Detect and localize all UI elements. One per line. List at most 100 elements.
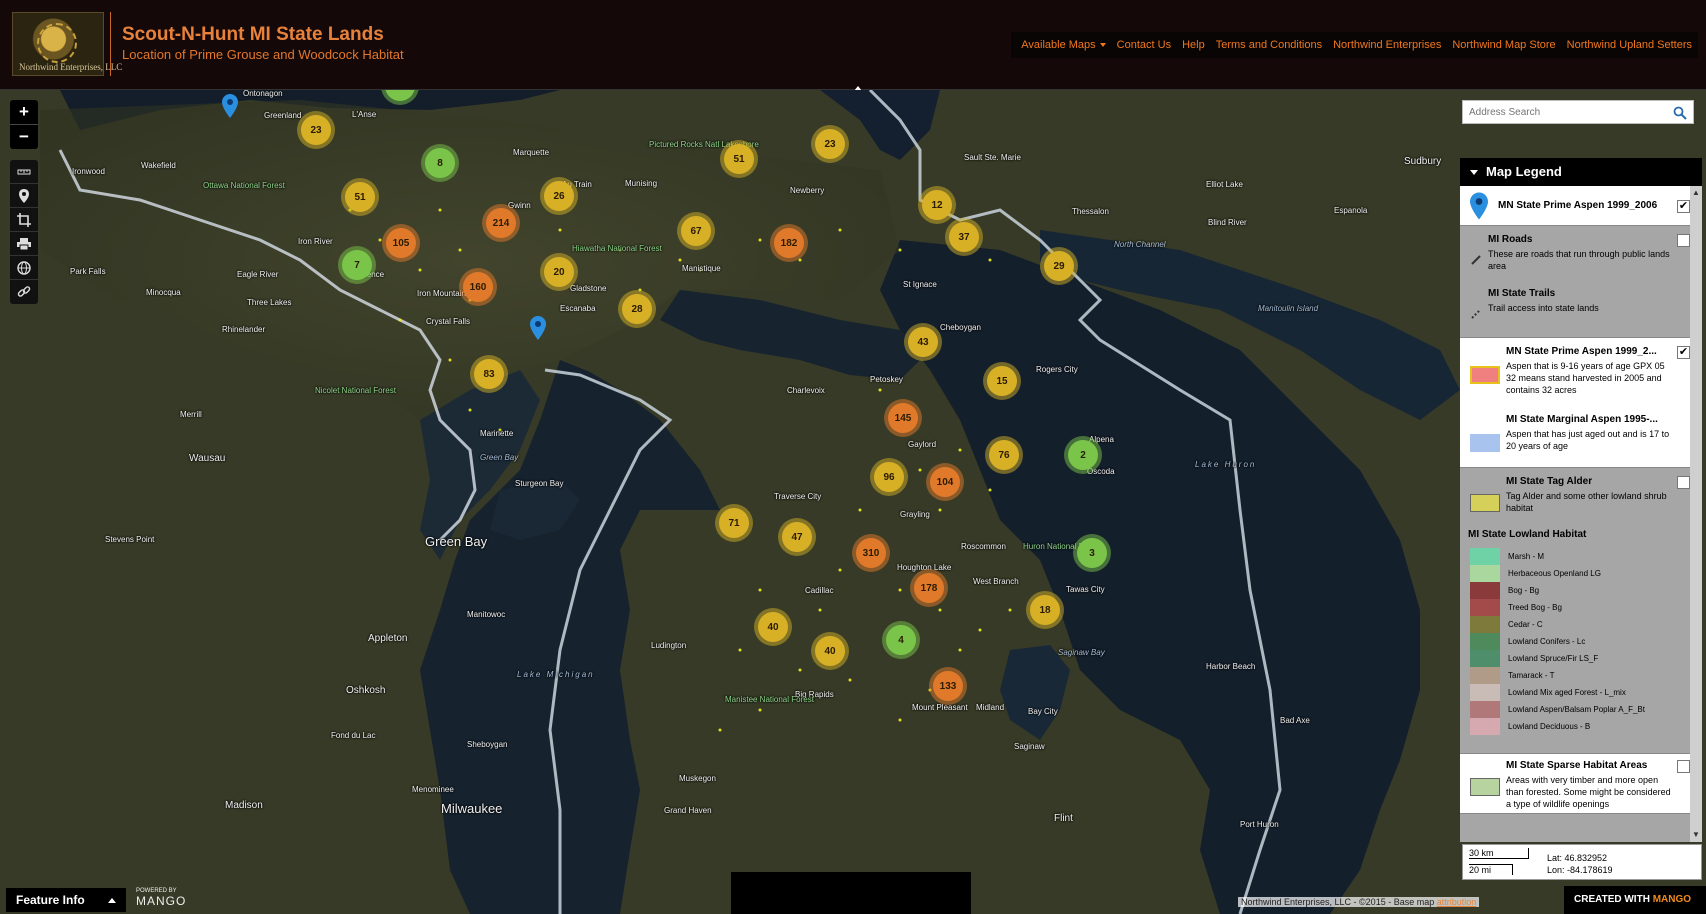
chevron-up-icon[interactable]: ▲ bbox=[1690, 186, 1702, 200]
cluster-marker[interactable]: 105 bbox=[386, 228, 416, 258]
layer-checkbox[interactable]: ✔ bbox=[1677, 346, 1690, 359]
cluster-marker[interactable]: 310 bbox=[856, 538, 886, 568]
place-label: Sault Ste. Marie bbox=[964, 153, 1021, 162]
nav-northwind-enterprises[interactable]: Northwind Enterprises bbox=[1333, 39, 1441, 51]
place-label: Wausau bbox=[189, 453, 226, 464]
nav-available-maps[interactable]: Available Maps bbox=[1021, 39, 1106, 51]
place-label: Gwinn bbox=[508, 201, 531, 210]
cluster-marker[interactable]: 15 bbox=[987, 366, 1017, 396]
legend-header[interactable]: Map Legend bbox=[1460, 158, 1702, 186]
nav-upland-setters[interactable]: Northwind Upland Setters bbox=[1567, 39, 1692, 51]
basemap-button[interactable] bbox=[10, 256, 38, 280]
share-link-button[interactable] bbox=[10, 280, 38, 304]
place-label: Grand Haven bbox=[664, 806, 712, 815]
legend-layer-title: MI State Sparse Habitat Areas bbox=[1506, 760, 1648, 771]
cluster-marker[interactable]: 40 bbox=[758, 612, 788, 642]
search-icon[interactable] bbox=[1673, 106, 1687, 120]
cluster-marker[interactable]: 160 bbox=[463, 272, 493, 302]
nav-help[interactable]: Help bbox=[1182, 39, 1205, 51]
place-label: Harbor Beach bbox=[1206, 662, 1256, 671]
place-label: Mount Pleasant bbox=[912, 703, 968, 712]
place-label: Muskegon bbox=[679, 774, 716, 783]
cluster-marker[interactable]: 26 bbox=[544, 181, 574, 211]
legend-item: Marsh - M bbox=[1460, 548, 1690, 565]
location-pin-icon[interactable] bbox=[222, 94, 238, 118]
cluster-marker[interactable]: 20 bbox=[544, 257, 574, 287]
cluster-marker[interactable]: 133 bbox=[933, 671, 963, 701]
map-attribution: Northwind Enterprises, LLC - ©2015 - Bas… bbox=[1238, 897, 1480, 907]
legend-layer-prime-aspen-pins: MN State Prime Aspen 1999_2006 ✔ bbox=[1460, 186, 1702, 226]
measure-button[interactable] bbox=[10, 160, 38, 184]
cluster-marker[interactable]: 23 bbox=[301, 115, 331, 145]
company-logo[interactable]: Northwind Enterprises, LLC bbox=[12, 12, 122, 76]
place-label: Flint bbox=[1054, 813, 1073, 824]
cluster-marker[interactable]: 12 bbox=[922, 190, 952, 220]
cluster-marker[interactable]: 96 bbox=[874, 462, 904, 492]
cluster-marker[interactable]: 3 bbox=[1077, 538, 1107, 568]
legend-layer-aspen: MN State Prime Aspen 1999_2... ✔ Aspen t… bbox=[1460, 338, 1702, 468]
zoom-in-button[interactable]: + bbox=[10, 100, 38, 124]
cluster-marker[interactable]: 76 bbox=[989, 440, 1019, 470]
legend-layer-title: MI State Marginal Aspen 1995-... bbox=[1506, 414, 1658, 425]
cluster-marker[interactable]: 18 bbox=[1030, 595, 1060, 625]
cluster-marker[interactable]: 4 bbox=[886, 625, 916, 655]
cluster-marker[interactable]: 145 bbox=[888, 403, 918, 433]
cluster-marker[interactable]: 29 bbox=[1044, 251, 1074, 281]
tag-alder-swatch bbox=[1470, 494, 1500, 512]
nav-terms[interactable]: Terms and Conditions bbox=[1216, 39, 1322, 51]
cluster-marker[interactable]: 37 bbox=[949, 222, 979, 252]
nav-contact-us[interactable]: Contact Us bbox=[1117, 39, 1171, 51]
nav-map-store[interactable]: Northwind Map Store bbox=[1452, 39, 1555, 51]
legend-scrollbar[interactable]: ▲ ▼ bbox=[1690, 186, 1702, 842]
cluster-marker[interactable]: 40 bbox=[815, 636, 845, 666]
cluster-marker[interactable]: 23 bbox=[815, 129, 845, 159]
address-search-input[interactable] bbox=[1463, 101, 1663, 123]
locate-button[interactable] bbox=[10, 184, 38, 208]
layer-checkbox[interactable] bbox=[1677, 234, 1690, 247]
legend-item: Tamarack - T bbox=[1460, 667, 1690, 684]
cluster-marker[interactable]: 2 bbox=[1068, 440, 1098, 470]
legend-swatch bbox=[1470, 599, 1500, 616]
cluster-marker[interactable]: 214 bbox=[486, 208, 516, 238]
cluster-marker[interactable]: 67 bbox=[681, 216, 711, 246]
legend-item-label: Lowland Spruce/Fir LS_F bbox=[1508, 654, 1599, 663]
feature-info-toggle[interactable]: Feature Info bbox=[6, 888, 126, 912]
location-pin-icon[interactable] bbox=[530, 316, 546, 340]
location-pin-icon bbox=[1470, 192, 1488, 220]
legend-layer-desc: Aspen that is 9-16 years of age GPX 05 3… bbox=[1506, 361, 1665, 395]
cluster-marker[interactable]: 83 bbox=[474, 359, 504, 389]
layer-checkbox[interactable] bbox=[1677, 760, 1690, 773]
cluster-marker[interactable]: 51 bbox=[345, 182, 375, 212]
place-label: Manistee National Forest bbox=[725, 695, 814, 704]
legend-item: Lowland Spruce/Fir LS_F bbox=[1460, 650, 1690, 667]
cluster-marker[interactable]: 47 bbox=[782, 522, 812, 552]
cluster-marker[interactable]: 7 bbox=[342, 250, 372, 280]
legend-item-label: Lowland Deciduous - B bbox=[1508, 722, 1591, 731]
cluster-marker[interactable]: 51 bbox=[724, 144, 754, 174]
place-label: Grayling bbox=[900, 510, 930, 519]
zoom-out-button[interactable]: − bbox=[10, 125, 38, 149]
cluster-marker[interactable]: 71 bbox=[719, 508, 749, 538]
cluster-marker[interactable]: 178 bbox=[914, 573, 944, 603]
scale-bar-mi: 20 mi bbox=[1469, 864, 1513, 875]
cluster-marker[interactable]: 182 bbox=[774, 228, 804, 258]
layer-checkbox[interactable] bbox=[1677, 476, 1690, 489]
scale-coordinates: 30 km 20 mi Lat: 46.832952 Lon: -84.1786… bbox=[1462, 844, 1702, 880]
chevron-down-icon[interactable]: ▼ bbox=[1690, 828, 1702, 842]
layer-checkbox[interactable]: ✔ bbox=[1677, 200, 1690, 213]
cluster-marker[interactable]: 8 bbox=[425, 148, 455, 178]
crop-button[interactable] bbox=[10, 208, 38, 232]
created-with-label: CREATED WITH bbox=[1574, 894, 1650, 905]
created-with-badge[interactable]: CREATED WITH MANGO bbox=[1564, 886, 1706, 914]
legend-layer-title: MN State Prime Aspen 1999_2... bbox=[1506, 346, 1657, 357]
attribution-link[interactable]: attribution bbox=[1437, 897, 1477, 907]
place-label: Sudbury bbox=[1404, 156, 1442, 167]
cluster-marker[interactable]: 43 bbox=[908, 327, 938, 357]
print-button[interactable] bbox=[10, 232, 38, 256]
map-canvas[interactable]: Ontonagon Greenland L'Anse Ironwood Wake… bbox=[0, 90, 1706, 914]
cluster-marker[interactable]: 28 bbox=[622, 294, 652, 324]
place-label: Milwaukee bbox=[441, 801, 503, 816]
legend-layer-roads-trails: MI Roads These are roads that run throug… bbox=[1460, 226, 1702, 338]
place-label: Sheboygan bbox=[467, 740, 508, 749]
cluster-marker[interactable]: 104 bbox=[930, 467, 960, 497]
